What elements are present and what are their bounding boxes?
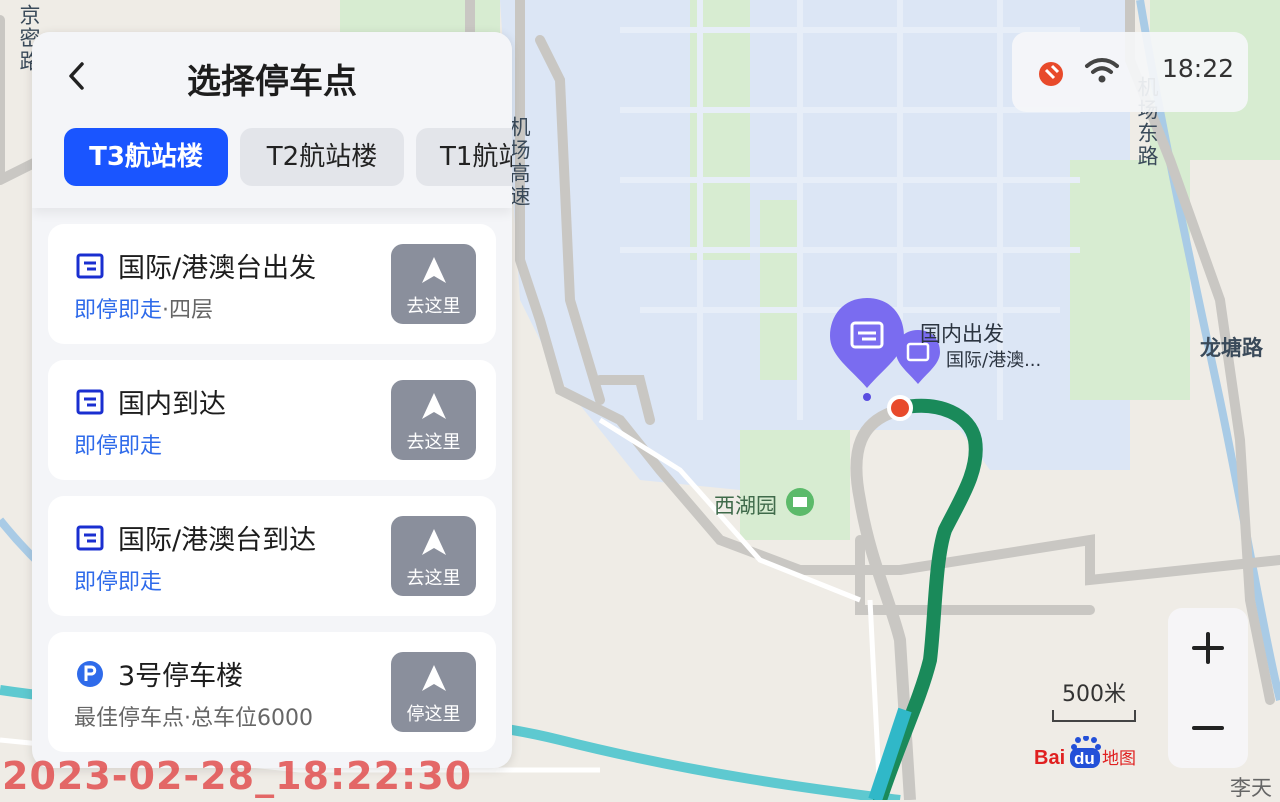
navigate-arrow-icon xyxy=(422,665,446,691)
parking-card[interactable]: 国际/港澳台出发 即停即走·四层 去这里 xyxy=(48,224,496,344)
card-tag: 即停即走 xyxy=(74,434,163,459)
road-label-litian: 李天 xyxy=(1230,776,1272,800)
park-here-label: 停这里 xyxy=(406,704,461,725)
poi-label-intl[interactable]: 国际/港澳... xyxy=(946,346,1041,372)
parking-icon xyxy=(77,661,103,687)
baidu-map-logo: Bai du 地图 xyxy=(1034,735,1144,770)
card-subtitle: 即停即走 xyxy=(74,428,162,460)
go-here-button[interactable]: 去这里 xyxy=(391,380,476,460)
status-bar: 18:22 xyxy=(1012,32,1248,112)
poi-label-domestic-depart[interactable]: 国内出发 xyxy=(920,318,1004,348)
terminal-tabs: T3航站楼 T2航站楼 T1航站楼 xyxy=(64,128,512,186)
go-here-button[interactable]: 去这里 xyxy=(391,244,476,324)
navigate-arrow-icon xyxy=(422,257,446,283)
zoom-controls xyxy=(1168,608,1248,768)
scale-bar xyxy=(1052,710,1136,722)
tab-t2[interactable]: T2航站楼 xyxy=(240,128,404,186)
card-subtitle: 即停即走 xyxy=(74,564,162,596)
clock-time: 18:22 xyxy=(1162,54,1235,83)
card-title: 3号停车楼 xyxy=(118,661,244,692)
brand-text-c: 地图 xyxy=(1102,749,1136,769)
brand-text-b: du xyxy=(1074,749,1095,768)
brand-text-a: Bai xyxy=(1034,747,1065,769)
zoom-in-button[interactable] xyxy=(1168,608,1248,688)
tab-t3[interactable]: T3航站楼 xyxy=(64,128,228,186)
go-here-button[interactable]: 去这里 xyxy=(391,516,476,596)
card-detail: 最佳停车点·总车位6000 xyxy=(74,706,313,731)
go-here-label: 去这里 xyxy=(406,432,461,453)
card-title: 国际/港澳台到达 xyxy=(118,525,317,556)
navigate-arrow-icon xyxy=(422,393,446,419)
park-here-button[interactable]: 停这里 xyxy=(391,652,476,732)
parking-card[interactable]: 国内到达 即停即走 去这里 xyxy=(48,360,496,480)
wifi-icon xyxy=(1085,58,1119,83)
terminal-icon xyxy=(76,389,104,415)
go-here-label: 去这里 xyxy=(406,296,461,317)
card-detail: ·四层 xyxy=(162,298,214,323)
panel-header: 选择停车点 T3航站楼 T2航站楼 T1航站楼 xyxy=(32,32,512,208)
card-title: 国内到达 xyxy=(118,389,226,420)
scale-label: 500米 xyxy=(1062,682,1126,707)
terminal-icon xyxy=(76,253,104,279)
map-scale: 500米 xyxy=(1052,676,1136,722)
road-label-longtang: 龙塘路 xyxy=(1200,336,1263,360)
capture-timestamp: 2023-02-28_18:22:30 xyxy=(2,754,473,798)
zoom-out-button[interactable] xyxy=(1168,688,1248,768)
poi-label-xihuyuan[interactable]: 西湖园 xyxy=(714,490,777,520)
tab-t1[interactable]: T1航站楼 xyxy=(416,128,512,186)
card-tag: 即停即走 xyxy=(74,298,163,323)
parking-card[interactable]: 国际/港澳台到达 即停即走 去这里 xyxy=(48,496,496,616)
card-subtitle: 即停即走·四层 xyxy=(74,292,213,324)
parking-selection-panel: 选择停车点 T3航站楼 T2航站楼 T1航站楼 国际/港澳台出发 即停即走·四层… xyxy=(32,32,512,768)
terminal-icon xyxy=(76,525,104,551)
go-here-label: 去这里 xyxy=(406,568,461,589)
page-title: 选择停车点 xyxy=(187,62,357,102)
gps-satellite-icon xyxy=(1039,62,1063,86)
card-tag: 即停即走 xyxy=(74,570,163,595)
navigate-arrow-icon xyxy=(422,529,446,555)
parking-card[interactable]: 3号停车楼 最佳停车点·总车位6000 停这里 xyxy=(48,632,496,752)
card-subtitle: 最佳停车点·总车位6000 xyxy=(74,700,313,732)
card-title: 国际/港澳台出发 xyxy=(118,253,317,284)
